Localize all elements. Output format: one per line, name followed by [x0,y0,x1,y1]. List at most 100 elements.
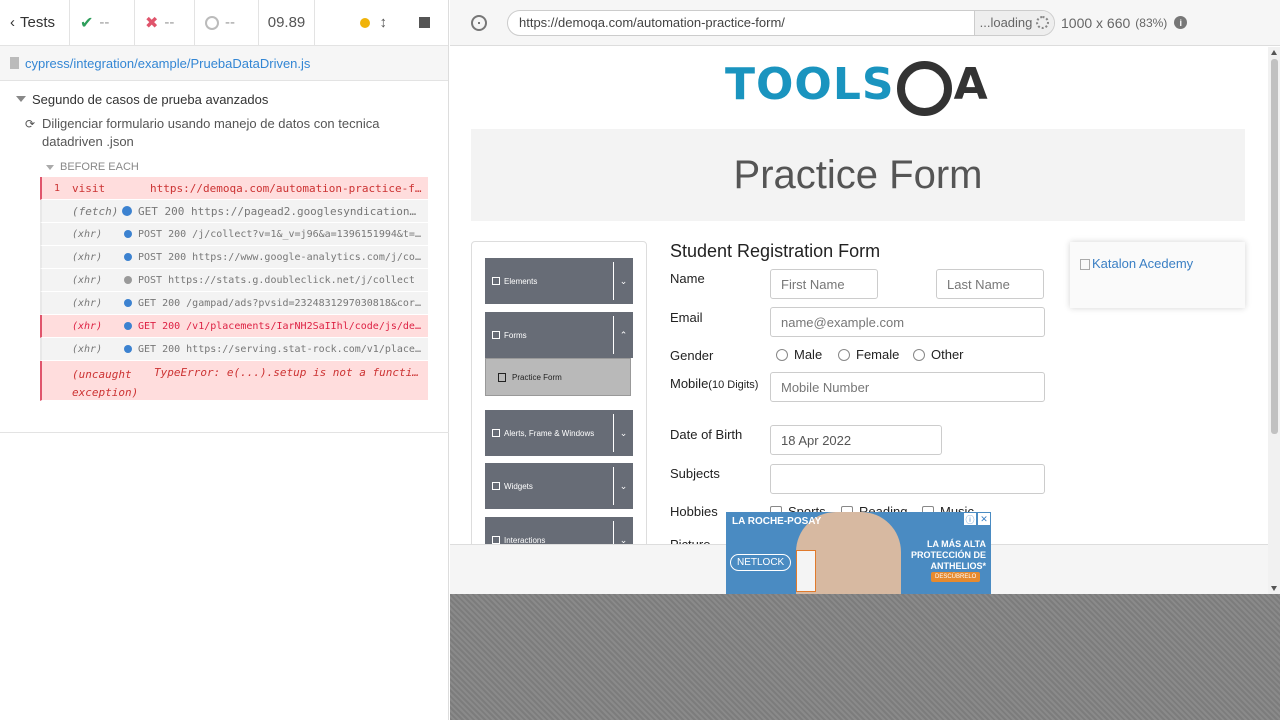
command-name: (xhr) [72,297,103,309]
subjects-label: Subjects [670,466,720,481]
mobile-input[interactable]: Mobile Number [770,372,1045,402]
command-row[interactable]: 1 visit https://demoqa.com/automation-pr… [40,177,428,200]
widgets-icon [492,482,500,490]
broken-image-icon [1080,259,1090,271]
test-runs: Segundo de casos de prueba avanzados ⟳ D… [0,81,448,401]
command-name: (uncaught exception) [72,368,139,399]
chevron-left-icon: ‹ [10,14,15,31]
toolsqa-logo[interactable]: TOOLS A [725,57,989,116]
ad-cta-button[interactable]: DESCÚBRELO [931,572,981,582]
gender-radio-other[interactable]: Other [913,347,964,362]
nav-label: Widgets [504,481,533,491]
scroll-down-icon[interactable] [1271,586,1277,591]
url-bar[interactable]: https://demoqa.com/automation-practice-f… [507,9,1055,36]
nav-group-elements[interactable]: Elements ⌄ [485,258,633,304]
email-input[interactable]: name@example.com [770,307,1045,337]
command-message: POST https://stats.g.doubleclick.net/j/c… [138,274,415,286]
gender-radio-female[interactable]: Female [838,347,899,362]
command-message: GET 200 /gampad/ads?pvsid=23248312970308… [138,297,428,309]
test-title[interactable]: ⟳ Diligenciar formulario usando manejo d… [0,111,448,151]
check-icon: ✔ [80,14,94,32]
url-text: https://demoqa.com/automation-practice-f… [519,15,785,30]
pending-count: -- [195,0,259,45]
command-name: (xhr) [72,320,103,332]
command-message: TypeError: e(...).setup is not a functio… [154,366,426,379]
page-banner: Practice Form [471,129,1245,221]
aut-scrollbar[interactable] [1268,47,1280,594]
ad-product-image [796,550,816,592]
ad-network-logo: NETLOCK [730,554,792,571]
spec-file-link[interactable]: cypress/integration/example/PruebaDataDr… [25,56,310,71]
side-nav: Elements ⌄ Forms ⌃ Practice Form Alerts,… [471,241,647,594]
caret-down-icon [46,164,54,170]
uncaught-exception-row[interactable]: (uncaught exception) TypeError: e(...).s… [40,361,428,401]
command-row[interactable]: (fetch) GET 200 https://pagead2.googlesy… [40,200,428,223]
first-name-input[interactable]: First Name [770,269,878,299]
tests-label: Tests [20,14,56,31]
refresh-icon: ⟳ [25,117,36,131]
interactions-icon [492,536,500,544]
loading-indicator: ...loading [974,10,1054,35]
cross-icon: ✖ [145,14,159,32]
info-icon[interactable]: i [1174,16,1188,29]
running-status-icon [359,17,370,28]
form-icon [498,372,506,382]
window-icon [492,429,500,437]
menu-icon [492,277,500,285]
gear-icon [896,61,952,116]
duration: 09.89 [259,0,315,45]
nav-group-alerts[interactable]: Alerts, Frame & Windows ⌄ [485,410,633,456]
command-row[interactable]: (xhr) GET 200 https://serving.stat-rock.… [40,338,428,361]
nav-group-forms[interactable]: Forms ⌃ [485,312,633,358]
command-message: GET 200 https://pagead2.googlesyndicatio… [138,204,428,218]
email-label: Email [670,310,703,325]
radio-label: Male [794,347,823,362]
nav-label: Elements [504,276,538,286]
nav-label: Forms [504,330,527,340]
scrollbar-thumb[interactable] [1271,59,1278,434]
ad-close-icon[interactable]: ✕ [978,513,990,525]
sticky-ad-banner[interactable]: LA ROCHE-POSAY NETLOCK LA MÁS ALTA PROTE… [726,512,991,594]
command-row[interactable]: (xhr) POST 200 https://www.google-analyt… [40,246,428,269]
suite-title[interactable]: Segundo de casos de prueba avanzados [0,87,448,111]
command-row[interactable]: (xhr) POST 200 /j/collect?v=1&_v=j96&a=1… [40,223,428,246]
selector-playground-icon[interactable] [471,14,487,31]
scroll-toggle-icon[interactable]: ↕ [380,14,388,31]
command-row[interactable]: (xhr) POST https://stats.g.doubleclick.n… [40,269,428,292]
request-status-icon [124,322,132,330]
katalon-ad[interactable]: Katalon Acedemy [1070,242,1245,308]
name-label: Name [670,271,705,286]
hook-before-each: BEFORE EACH 1 visit https://demoqa.com/a… [40,157,428,401]
nav-group-widgets[interactable]: Widgets ⌄ [485,463,633,509]
chevron-up-icon: ⌃ [613,316,633,354]
caret-down-icon [16,96,26,102]
command-row[interactable]: (xhr) GET 200 /v1/placements/IarNH2SaIIh… [40,315,428,338]
nav-item-practice-form[interactable]: Practice Form [485,358,631,396]
hook-title-text: BEFORE EACH [60,161,139,173]
radio-label: Other [931,347,964,362]
radio-icon [838,348,850,361]
hook-title[interactable]: BEFORE EACH [40,157,428,177]
failed-value: -- [164,14,175,31]
stop-icon[interactable] [419,17,430,28]
aut-header: https://demoqa.com/automation-practice-f… [450,0,1280,46]
gender-radio-male[interactable]: Male [776,347,822,362]
ad-info-icon[interactable]: ⓘ [964,513,976,525]
subjects-input[interactable] [770,464,1045,494]
last-name-input[interactable]: Last Name [936,269,1044,299]
request-status-icon [122,206,132,216]
nav-label: Practice Form [512,372,562,382]
mobile-hint: (10 Digits) [708,379,759,391]
request-status-icon [124,230,132,238]
request-status-icon [124,345,132,353]
command-number: 1 [53,182,61,194]
page-title: Practice Form [733,152,983,197]
katalon-alt-text: Katalon Acedemy [1092,256,1194,271]
tests-button[interactable]: ‹ Tests [0,0,70,45]
dob-input[interactable]: 18 Apr 2022 [770,425,942,455]
scroll-up-icon[interactable] [1271,50,1277,55]
viewport-size: 1000 x 660 [1061,14,1131,31]
command-name: (fetch) [72,204,119,218]
radio-icon [913,348,925,361]
command-row[interactable]: (xhr) GET 200 /gampad/ads?pvsid=23248312… [40,292,428,315]
